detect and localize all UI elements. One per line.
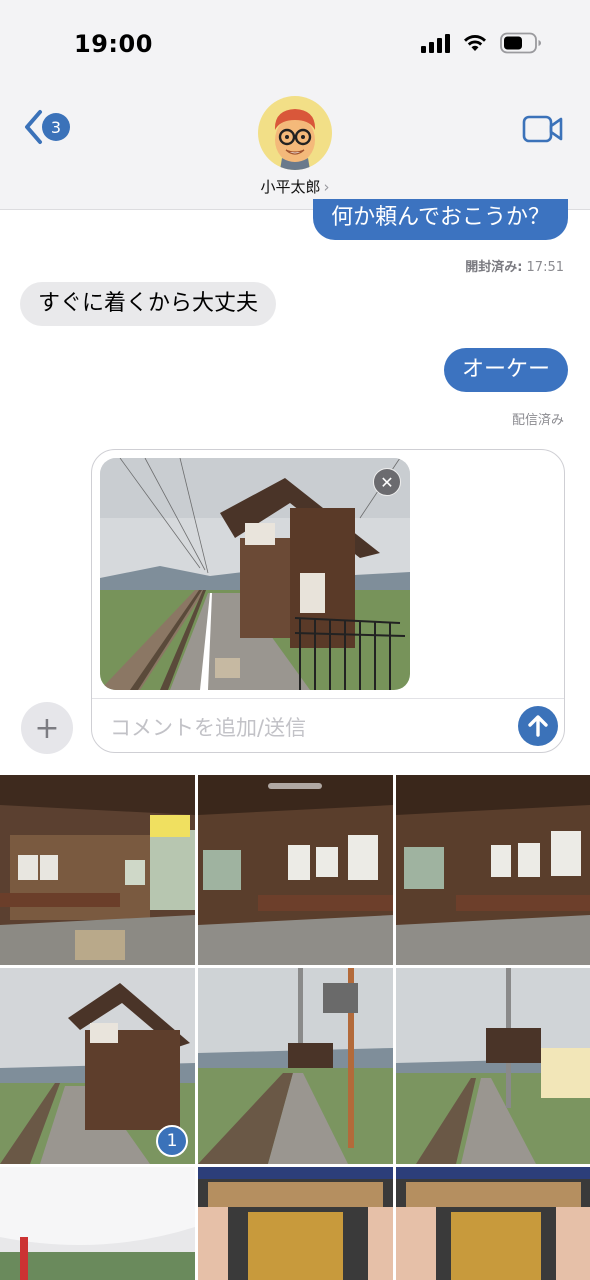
photo-thumbnail[interactable] xyxy=(0,775,195,965)
outgoing-message-bubble[interactable]: 何か頼んでおこうか？ xyxy=(313,199,568,240)
read-receipt-time: 17:51 xyxy=(526,260,564,275)
compose-divider xyxy=(92,698,564,699)
photo-thumbnail[interactable] xyxy=(396,1167,590,1280)
message-text: すぐに着くから大丈夫 xyxy=(38,291,259,316)
attached-photo-preview[interactable] xyxy=(100,458,410,690)
back-button[interactable]: 3 xyxy=(22,108,70,146)
photo-thumbnail[interactable] xyxy=(198,775,393,965)
status-icons xyxy=(421,32,542,54)
delivered-status: 配信済み xyxy=(511,413,564,428)
chevron-left-icon xyxy=(25,110,42,144)
status-time: 19:00 xyxy=(74,30,153,58)
photo-thumbnail[interactable] xyxy=(0,1167,195,1280)
video-call-button[interactable] xyxy=(522,114,564,148)
photo-thumbnail[interactable] xyxy=(396,775,590,965)
add-attachment-button[interactable]: + xyxy=(21,702,73,754)
contact-name-label: 小平太郎 xyxy=(260,178,321,196)
photo-thumbnail[interactable] xyxy=(198,968,393,1164)
plus-icon: + xyxy=(34,710,60,746)
battery-icon xyxy=(500,32,542,54)
incoming-message-bubble[interactable]: すぐに着くから大丈夫 xyxy=(20,282,277,326)
message-text: 何か頼んでおこうか？ xyxy=(331,205,550,230)
outgoing-message-bubble[interactable]: オーケー xyxy=(443,348,568,392)
read-receipt: 開封済み: 17:51 xyxy=(465,256,564,275)
selection-count-badge: 1 xyxy=(156,1125,188,1157)
remove-photo-button[interactable]: ✕ xyxy=(373,468,401,496)
compose-field[interactable]: ✕ コメントを追加/送信 xyxy=(91,449,565,753)
send-button[interactable] xyxy=(518,706,558,746)
navigation-header: 19:00 3 小平太郎 › xyxy=(0,0,590,210)
close-icon: ✕ xyxy=(380,472,394,492)
wifi-icon xyxy=(462,33,488,53)
video-camera-icon xyxy=(522,115,563,143)
message-text: オーケー xyxy=(461,357,550,382)
contact-name[interactable]: 小平太郎 › xyxy=(0,176,590,197)
unread-count-badge: 3 xyxy=(42,113,70,141)
photo-thumbnail[interactable] xyxy=(396,968,590,1164)
sheet-grabber[interactable] xyxy=(268,783,322,789)
cellular-signal-icon xyxy=(421,33,450,53)
photo-thumbnail[interactable] xyxy=(198,1167,393,1280)
message-input[interactable]: コメントを追加/送信 xyxy=(110,712,306,742)
chevron-right-icon: › xyxy=(323,178,330,196)
read-receipt-label: 開封済み: xyxy=(465,260,523,275)
arrow-up-icon xyxy=(528,715,548,737)
avatar[interactable] xyxy=(258,96,332,170)
